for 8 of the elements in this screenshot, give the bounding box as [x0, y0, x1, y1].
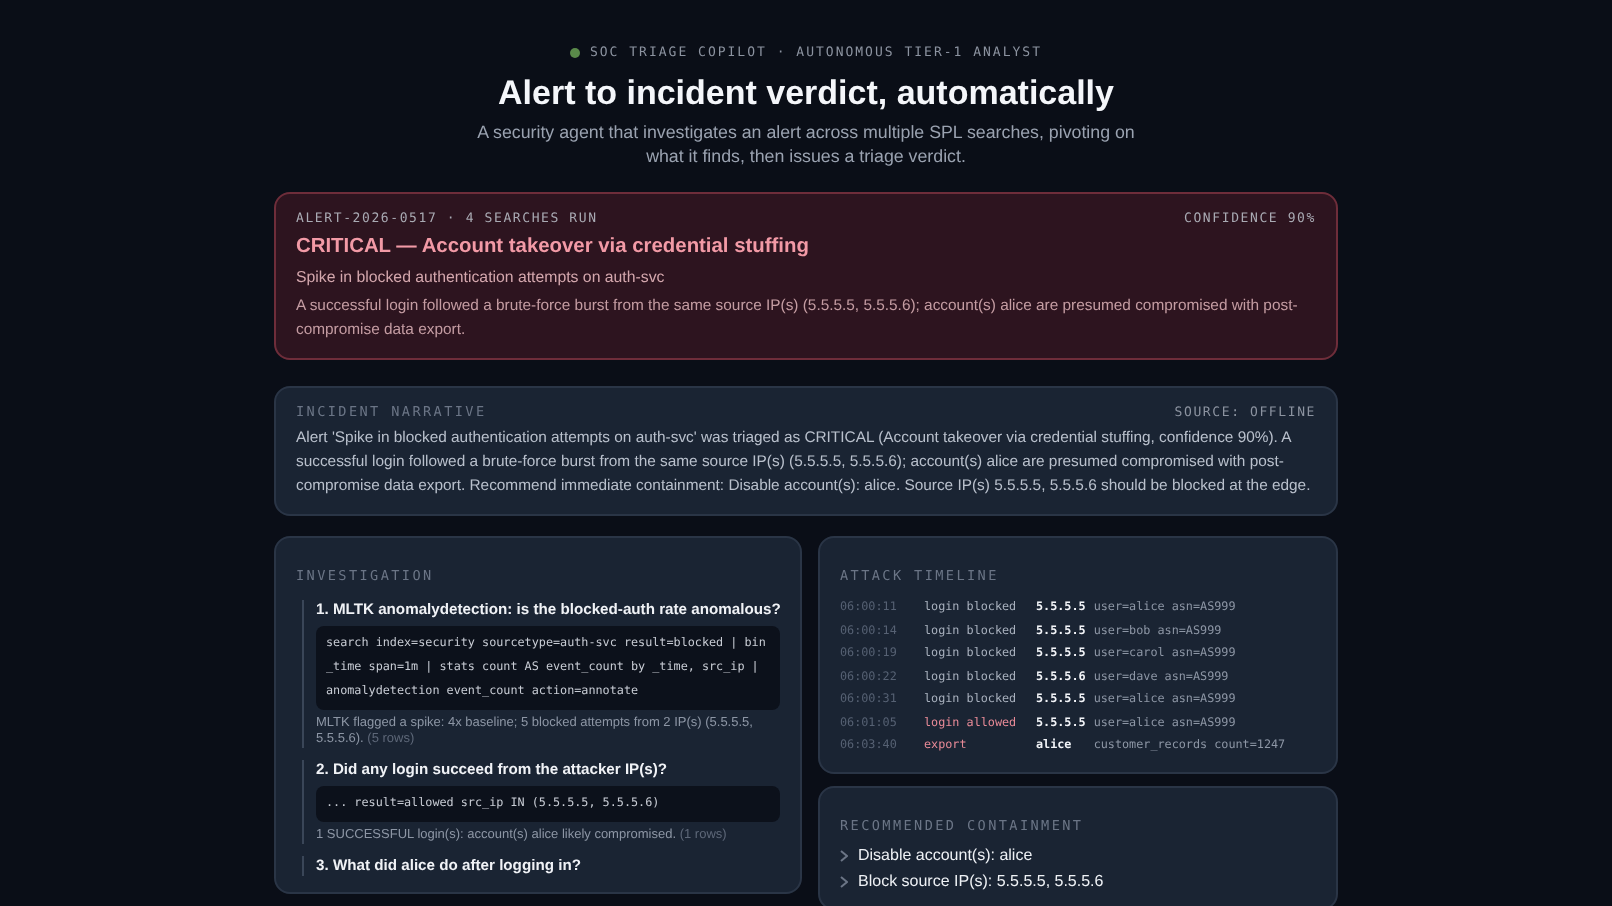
page-title: Alert to incident verdict, automatically	[498, 72, 1114, 116]
chevron-icon	[840, 850, 848, 862]
status-dot	[569, 47, 580, 57]
verdict-title: CRITICAL — Account takeover via credential stuffing	[296, 236, 811, 258]
containment-action: Block source IP(s): 5.5.5.5, 5.5.5.6	[858, 872, 1104, 892]
containment-action: Disable account(s): alice	[858, 846, 1033, 866]
page-subtitle: A security agent that investigates an alert across multiple SPL searches, pivoting on what it finds, then issues a triage verdict.	[475, 120, 1137, 168]
chevron-icon	[840, 876, 848, 888]
